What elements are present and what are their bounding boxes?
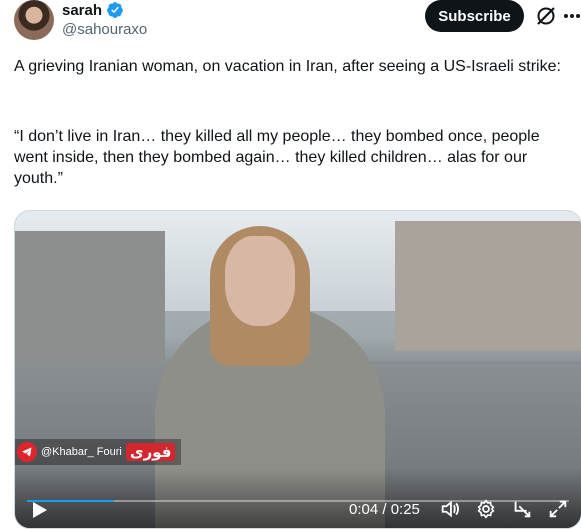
- video-time: 0:04 / 0:25: [349, 501, 420, 518]
- telegram-icon: [17, 442, 37, 462]
- video-frame-building: [395, 221, 581, 351]
- video-player[interactable]: @Khabar_ Fouri فوری 0:04 / 0:25: [14, 210, 581, 529]
- play-icon[interactable]: [29, 500, 49, 520]
- subscribe-button[interactable]: Subscribe: [425, 0, 524, 32]
- grok-slash-icon[interactable]: [534, 4, 558, 28]
- fullscreen-exit-icon[interactable]: [511, 498, 533, 520]
- tweet-header: sarah @sahouraxo Subscribe: [0, 0, 581, 50]
- video-frame-building: [15, 231, 165, 371]
- settings-icon[interactable]: [475, 498, 497, 520]
- verified-badge-icon: [106, 1, 124, 19]
- video-controls: 0:04 / 0:25: [15, 468, 581, 528]
- watermark-handle: @Khabar_ Fouri: [41, 446, 122, 458]
- volume-icon[interactable]: [439, 498, 461, 520]
- watermark-logo: فوری: [125, 443, 176, 461]
- expand-icon[interactable]: [547, 498, 569, 520]
- author-name-row[interactable]: sarah: [62, 1, 124, 19]
- author-name[interactable]: sarah: [62, 2, 102, 19]
- tweet-text: A grieving Iranian woman, on vacation in…: [14, 58, 561, 75]
- author-handle[interactable]: @sahouraxo: [62, 21, 147, 38]
- avatar[interactable]: [14, 0, 54, 40]
- tweet-quote: “I don’t live in Iran… they killed all m…: [14, 128, 540, 187]
- more-icon[interactable]: [562, 4, 581, 28]
- video-frame-person-face: [225, 236, 295, 326]
- video-watermark: @Khabar_ Fouri فوری: [15, 439, 182, 465]
